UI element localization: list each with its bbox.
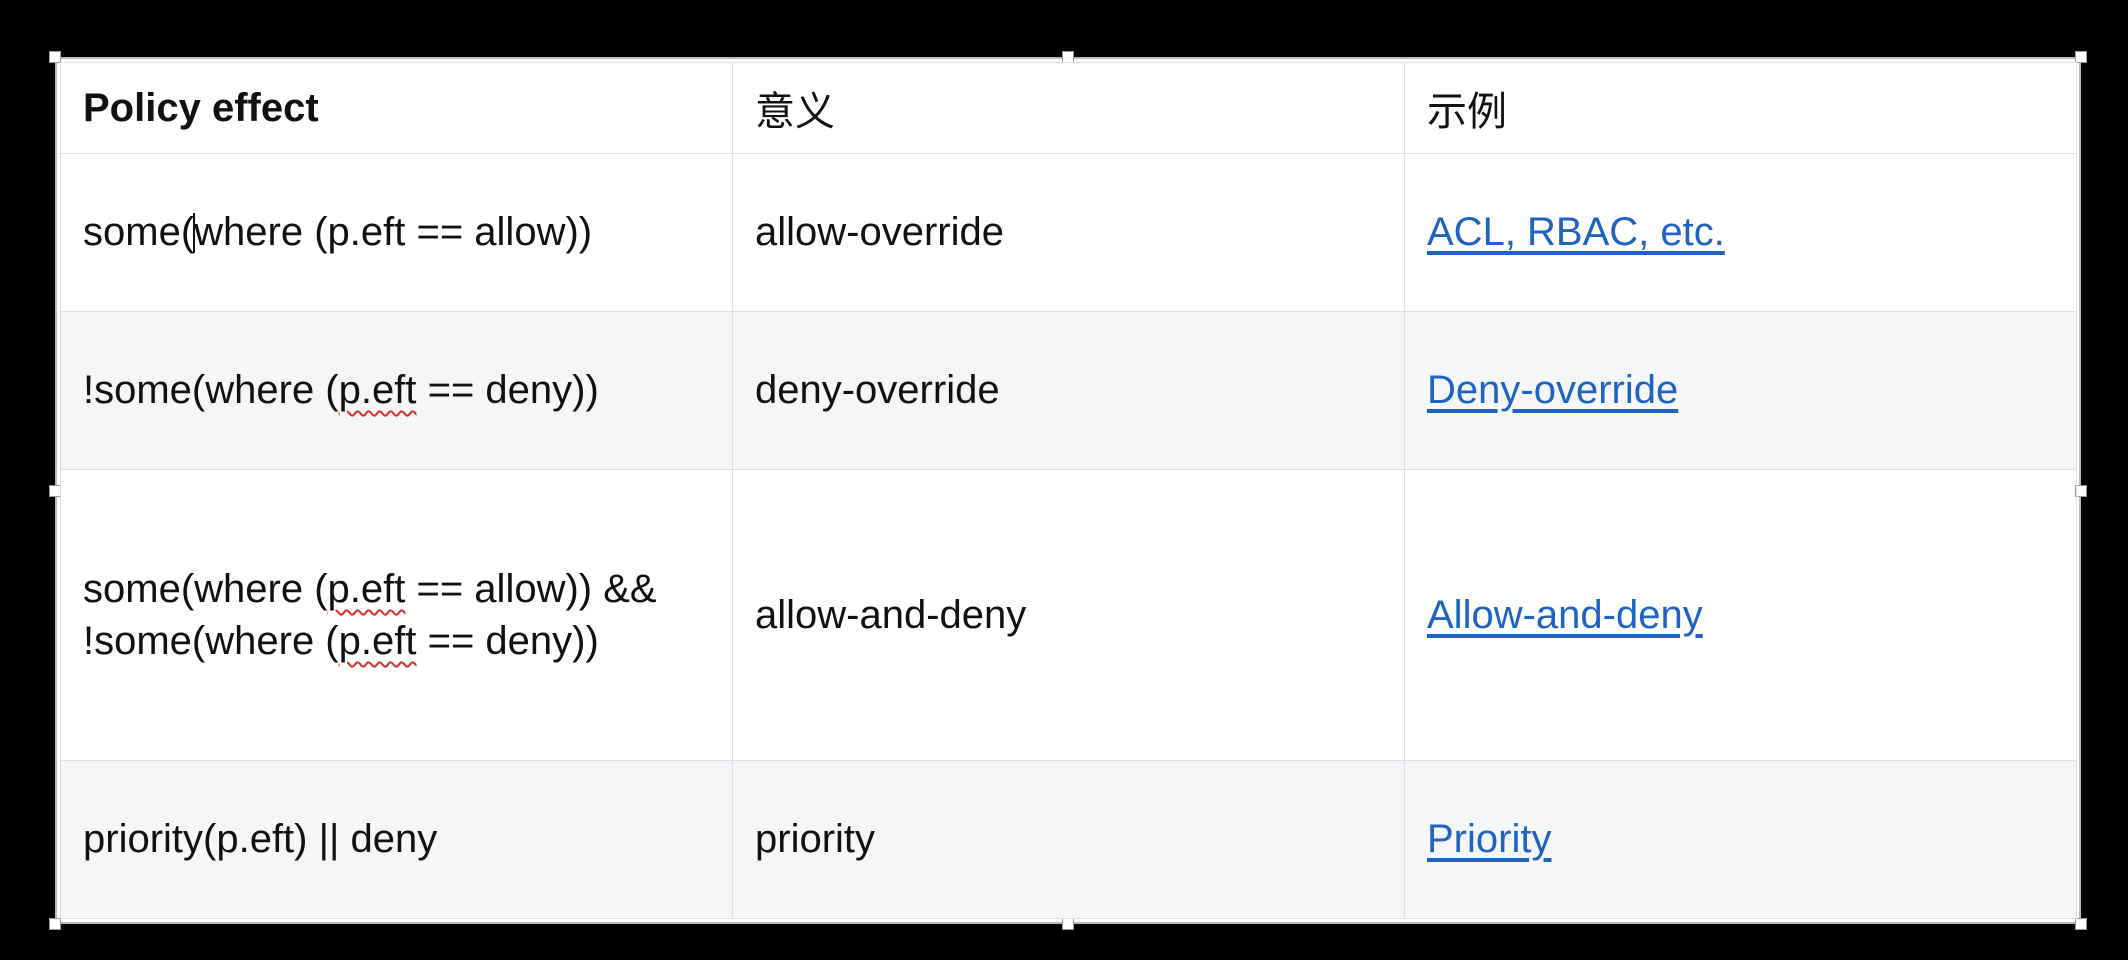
effect-cell[interactable]: priority(p.eft) || deny xyxy=(60,760,733,919)
effect-line-1: some(where (p.eft == allow)) && xyxy=(83,563,732,615)
policy-effect-table: Policy effect 意义 示例 some(where (p.eft ==… xyxy=(60,62,2077,919)
resize-handle-bottom-right[interactable] xyxy=(2075,918,2087,930)
effect-cell[interactable]: !some(where (p.eft == deny)) xyxy=(60,311,733,470)
spellcheck-word: p.eft xyxy=(338,368,417,412)
effect-cell[interactable]: some(where (p.eft == allow)) xyxy=(60,153,733,312)
example-link[interactable]: Priority xyxy=(1427,817,1551,861)
spellcheck-word: p.eft xyxy=(327,567,406,611)
meaning-cell[interactable]: allow-and-deny xyxy=(732,469,1405,761)
effect-cell[interactable]: some(where (p.eft == allow)) && !some(wh… xyxy=(60,469,733,761)
table-row: priority(p.eft) || deny priority Priorit… xyxy=(60,760,2077,919)
example-link[interactable]: Deny-override xyxy=(1427,368,1678,412)
meaning-cell[interactable]: allow-override xyxy=(732,153,1405,312)
table-row: !some(where (p.eft == deny)) deny-overri… xyxy=(60,311,2077,470)
example-cell[interactable]: Priority xyxy=(1404,760,2077,919)
effect-text-part: some(where ( xyxy=(83,567,328,611)
table-row: some(where (p.eft == allow)) allow-overr… xyxy=(60,153,2077,312)
effect-text-part: == deny)) xyxy=(416,368,599,412)
example-cell[interactable]: Deny-override xyxy=(1404,311,2077,470)
example-link[interactable]: Allow-and-deny xyxy=(1427,593,1703,637)
header-cell-example[interactable]: 示例 xyxy=(1404,62,2077,154)
header-cell-policy-effect[interactable]: Policy effect xyxy=(60,62,733,154)
resize-handle-bottom-left[interactable] xyxy=(49,918,61,930)
meaning-cell[interactable]: deny-override xyxy=(732,311,1405,470)
table-row: some(where (p.eft == allow)) && !some(wh… xyxy=(60,469,2077,761)
effect-text-part: some( xyxy=(83,210,195,254)
example-cell[interactable]: ACL, RBAC, etc. xyxy=(1404,153,2077,312)
effect-text-part: == deny)) xyxy=(416,619,599,663)
header-cell-meaning[interactable]: 意义 xyxy=(732,62,1405,154)
effect-line-2: !some(where (p.eft == deny)) xyxy=(83,615,732,667)
effect-text-part: !some(where ( xyxy=(83,368,339,412)
table-header-row: Policy effect 意义 示例 xyxy=(60,62,2077,154)
example-link[interactable]: ACL, RBAC, etc. xyxy=(1427,210,1725,254)
example-cell[interactable]: Allow-and-deny xyxy=(1404,469,2077,761)
meaning-cell[interactable]: priority xyxy=(732,760,1405,919)
effect-text-part: where (p.eft == allow)) xyxy=(194,210,593,254)
resize-handle-bottom-center[interactable] xyxy=(1062,918,1074,930)
spellcheck-word: p.eft xyxy=(338,619,417,663)
effect-text-part: == allow)) && xyxy=(405,567,657,611)
effect-text-part: !some(where ( xyxy=(83,619,339,663)
